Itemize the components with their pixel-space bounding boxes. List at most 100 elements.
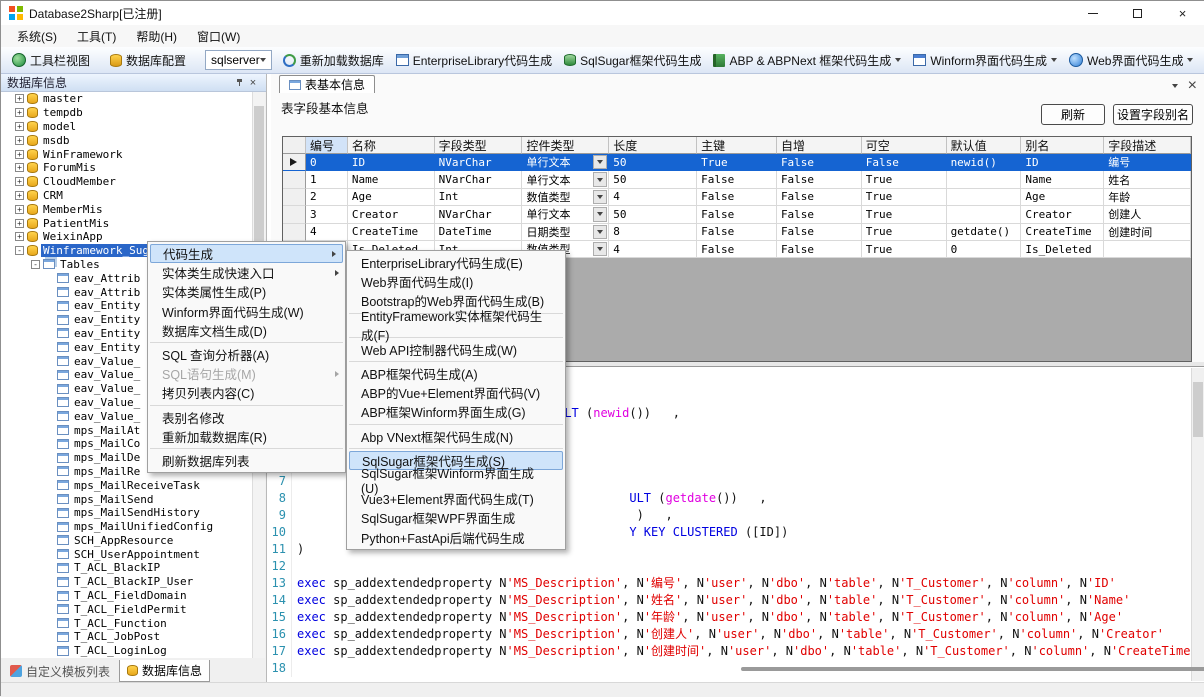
grid-cell[interactable]: newid() [947,154,1022,171]
tree-item[interactable]: +PatientMis [1,216,253,230]
row-header-cell[interactable] [283,171,306,188]
grid-cell[interactable]: 50 [609,171,697,188]
table-row[interactable]: 1NameNVarChar单行文本50FalseFalseTrueName姓名 [283,171,1191,188]
grid-cell[interactable]: False [777,171,862,188]
tree-item[interactable]: T_ACL_FieldDomain [1,589,253,603]
tree-item[interactable]: +master [1,92,253,106]
grid-cell[interactable]: 50 [609,154,697,171]
expander-icon[interactable]: + [15,177,24,186]
tree-item[interactable]: T_ACL_BlackIP_User [1,575,253,589]
tree-item[interactable]: T_ACL_Function [1,616,253,630]
toolbar-button-sqlsugar-codegen[interactable]: SqlSugar框架代码生成 [559,50,706,71]
grid-cell[interactable]: Age [348,189,435,206]
menu-item[interactable]: Vue3+Element界面代码生成(T) [347,489,565,508]
column-header[interactable]: 控件类型 [522,137,609,154]
toolbar-button-enterpriselibrary-codegen[interactable]: EnterpriseLibrary代码生成 [391,50,557,71]
tab-database-info[interactable]: 数据库信息 [119,660,210,682]
column-header[interactable]: 编号 [306,137,348,154]
column-header[interactable]: 别名 [1021,137,1104,154]
grid-cell[interactable]: NVarChar [435,171,523,188]
menu-item[interactable]: EntityFramework实体框架代码生成(F) [347,316,565,335]
grid-cell[interactable]: False [777,241,862,258]
tree-item[interactable]: mps_MailSendHistory [1,506,253,520]
grid-cell[interactable] [947,206,1022,223]
grid-cell[interactable]: 4 [306,224,348,241]
grid-cell[interactable]: 单行文本 [522,171,609,188]
grid-cell[interactable]: False [777,206,862,223]
grid-cell[interactable]: Int [435,189,523,206]
expander-icon[interactable]: - [15,246,24,255]
grid-cell[interactable]: NVarChar [435,206,523,223]
tree-item[interactable]: SCH_AppResource [1,534,253,548]
tree-item[interactable]: +msdb [1,133,253,147]
menu-item[interactable]: Winform界面代码生成(W) [148,302,345,321]
grid-cell[interactable]: 0 [947,241,1022,258]
menubar-item[interactable]: 工具(T) [67,26,126,47]
expander-icon[interactable]: + [15,191,24,200]
grid-cell[interactable]: CreateTime [348,224,435,241]
grid-cell[interactable]: 创建人 [1104,206,1191,223]
grid-cell[interactable]: False [777,154,862,171]
grid-cell[interactable] [947,171,1022,188]
table-row[interactable]: 3CreatorNVarChar单行文本50FalseFalseTrueCrea… [283,206,1191,223]
sql-horizontal-scrollbar[interactable] [741,667,1204,671]
tree-item[interactable]: SCH_UserAppointment [1,547,253,561]
scrollbar-thumb[interactable] [1193,382,1203,437]
grid-cell[interactable]: 50 [609,206,697,223]
expander-icon[interactable]: + [15,122,24,131]
panel-close-button[interactable]: × [246,76,260,90]
row-header-cell[interactable] [283,224,306,241]
tree-item[interactable]: +CloudMember [1,175,253,189]
column-header[interactable]: 名称 [348,137,435,154]
menubar-item[interactable]: 系统(S) [7,26,67,47]
tree-item[interactable]: mps_MailReceiveTask [1,478,253,492]
table-row[interactable]: 4CreateTimeDateTime日期类型8FalseFalseTruege… [283,224,1191,241]
menu-item[interactable]: SqlSugar框架Winform界面生成(U) [347,470,565,489]
tree-item[interactable]: mps_MailUnifiedConfig [1,520,253,534]
row-header-cell[interactable] [283,189,306,206]
grid-cell[interactable]: True [862,206,947,223]
tree-item[interactable]: +WinFramework [1,147,253,161]
minimize-button[interactable] [1070,1,1115,25]
grid-cell[interactable]: 日期类型 [522,224,609,241]
grid-cell[interactable]: Creator [348,206,435,223]
grid-cell[interactable]: 4 [609,241,697,258]
expander-icon[interactable]: + [15,219,24,228]
menu-item[interactable]: SQL 查询分析器(A) [148,345,345,364]
table-row[interactable]: 2AgeInt数值类型4FalseFalseTrueAge年龄 [283,189,1191,206]
grid-cell[interactable]: False [697,224,777,241]
row-header-cell[interactable] [283,154,306,171]
grid-cell[interactable]: 数值类型 [522,189,609,206]
grid-cell[interactable]: ID [1021,154,1104,171]
maximize-button[interactable] [1115,1,1160,25]
menubar-item[interactable]: 帮助(H) [126,26,187,47]
menu-item[interactable]: 重新加载数据库(R) [148,427,345,446]
expander-icon[interactable]: + [15,136,24,145]
cell-combo-button[interactable] [593,242,607,256]
tree-item[interactable]: mps_MailSend [1,492,253,506]
column-header[interactable]: 字段类型 [435,137,523,154]
menubar-item[interactable]: 窗口(W) [187,26,250,47]
tab-table-basic-info[interactable]: 表基本信息 [279,75,375,93]
tree-item[interactable]: T_ACL_BlackIP [1,561,253,575]
grid-cell[interactable]: 编号 [1104,154,1191,171]
grid-cell[interactable] [1104,241,1191,258]
toolbar-button-toolbar-view[interactable]: 工具栏视图 [7,50,95,71]
column-header[interactable]: 自增 [777,137,862,154]
menu-item[interactable]: Web界面代码生成(I) [347,272,565,291]
grid-cell[interactable]: CreateTime [1021,224,1104,241]
expander-icon[interactable]: + [15,205,24,214]
grid-cell[interactable]: Name [348,171,435,188]
grid-cell[interactable]: False [697,171,777,188]
cell-combo-button[interactable] [593,190,607,204]
menu-item[interactable]: ABP框架Winform界面生成(G) [347,402,565,421]
expander-icon[interactable]: + [15,150,24,159]
grid-cell[interactable]: 1 [306,171,348,188]
grid-cell[interactable]: 姓名 [1104,171,1191,188]
menu-item[interactable]: Web API控制器代码生成(W) [347,340,565,359]
tree-item[interactable]: T_ACL_JobPost [1,630,253,644]
expander-icon[interactable]: + [15,163,24,172]
menu-item[interactable]: ABP的Vue+Element界面代码(V) [347,383,565,402]
tree-item[interactable]: +ForumMis [1,161,253,175]
column-header[interactable]: 默认值 [947,137,1022,154]
